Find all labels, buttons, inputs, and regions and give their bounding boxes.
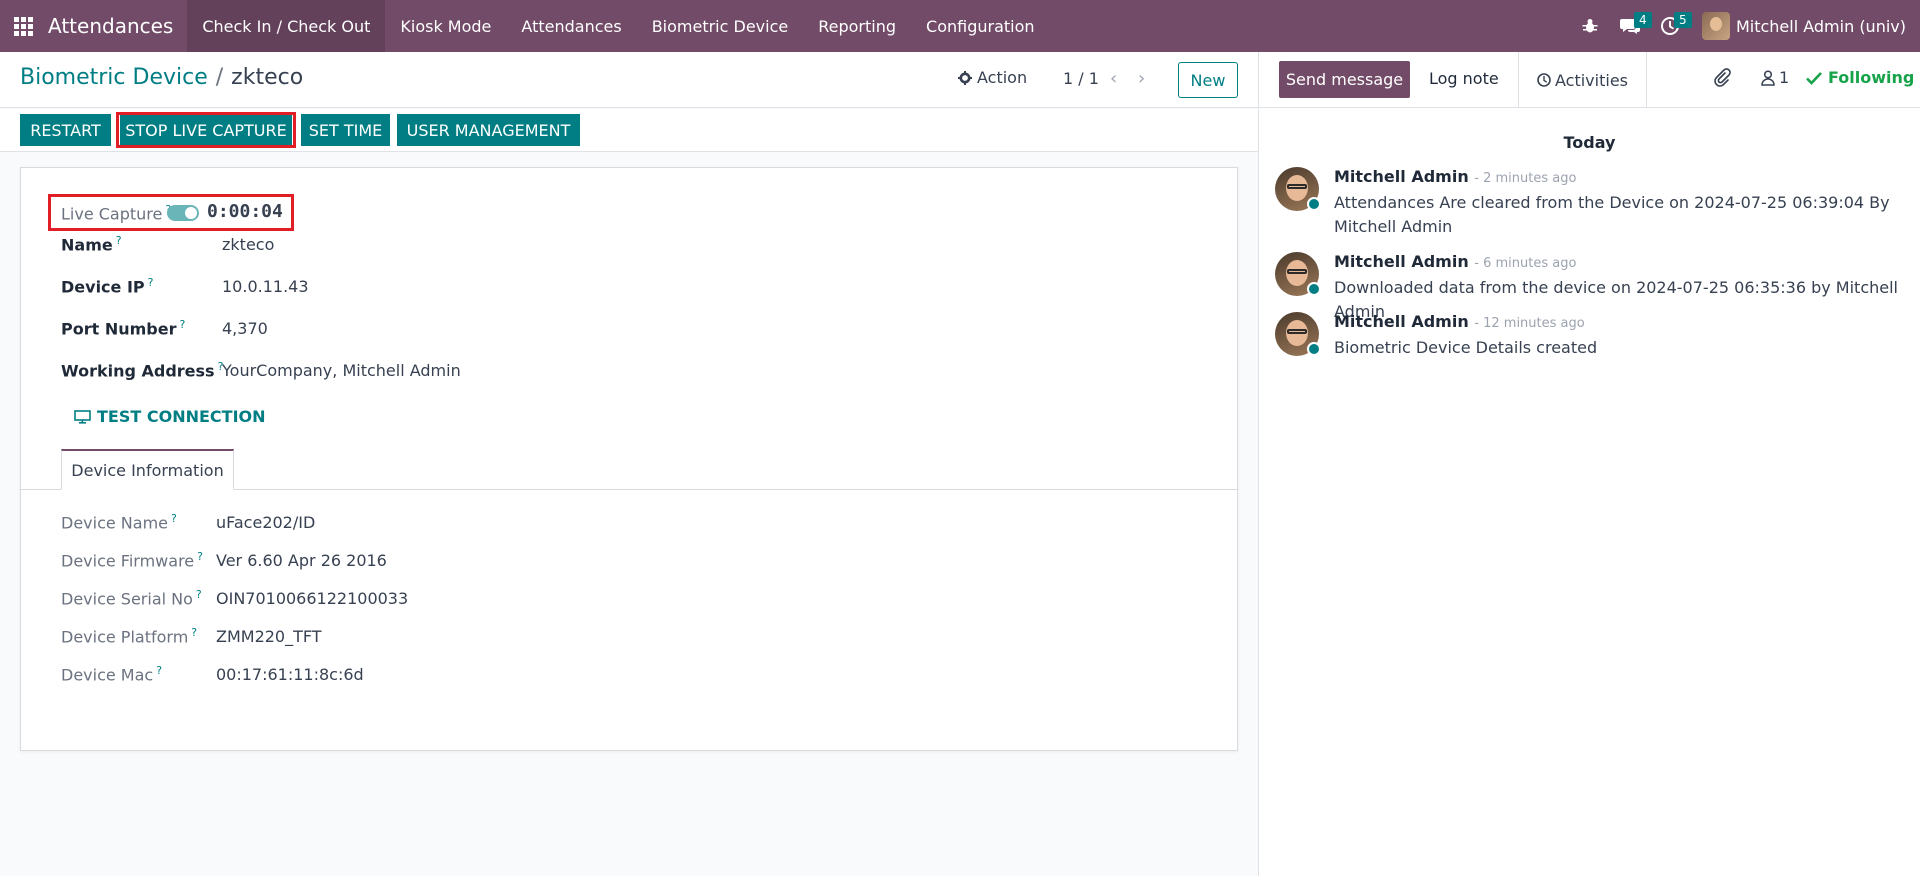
activities-badge: 5 [1673,12,1692,28]
user-avatar [1701,12,1730,40]
send-message-button[interactable]: Send message [1279,61,1410,98]
user-management-button[interactable]: USER MANAGEMENT [397,114,580,146]
device-serial-value: OIN7010066122100033 [216,589,409,608]
author-avatar[interactable] [1275,252,1321,296]
name-label: Name? [61,234,122,255]
pager-next-icon[interactable]: › [1138,68,1145,89]
pager-value[interactable]: 1 / 1 [1063,69,1099,88]
activities-clock-icon[interactable]: 5 [1650,0,1692,52]
chatter-topbar: Send message Log note Activities 1 Follo… [1259,52,1920,108]
breadcrumb-separator: / [215,65,224,90]
highlight-stop-live-capture [116,112,296,148]
user-menu[interactable]: Mitchell Admin (univ) [1701,12,1906,40]
check-icon [1806,71,1822,85]
paperclip-icon[interactable] [1713,68,1731,92]
message-author: Mitchell Admin - 2 minutes ago [1334,167,1577,186]
working-address-value[interactable]: YourCompany, Mitchell Admin [222,361,461,380]
log-note-button[interactable]: Log note [1429,69,1499,88]
port-number-value[interactable]: 4,370 [222,319,268,338]
message-author: Mitchell Admin - 12 minutes ago [1334,312,1585,331]
highlight-live-capture [48,194,294,231]
name-value[interactable]: zkteco [222,235,274,254]
breadcrumb-parent[interactable]: Biometric Device [20,65,208,90]
app-brand[interactable]: Attendances [46,0,187,52]
nav-attendances[interactable]: Attendances [506,0,636,52]
author-avatar[interactable] [1275,167,1321,211]
working-address-label: Working Address? [61,360,224,381]
status-bar: RESTART STOP LIVE CAPTURE SET TIME USER … [0,109,1258,152]
nav-check-in-out[interactable]: Check In / Check Out [187,0,386,52]
device-mac-label: Device Mac? [61,664,163,685]
following-button[interactable]: Following [1806,68,1914,87]
device-name-value: uFace202/ID [216,513,316,532]
clock-icon [1537,73,1551,87]
message-author: Mitchell Admin - 6 minutes ago [1334,252,1577,271]
message-body: Biometric Device Details created [1334,338,1598,357]
device-firmware-value: Ver 6.60 Apr 26 2016 [216,551,387,570]
nav-configuration[interactable]: Configuration [911,0,1050,52]
port-number-label: Port Number? [61,318,186,339]
messages-badge: 4 [1633,12,1652,28]
messages-icon[interactable]: 4 [1610,0,1652,52]
followers-button[interactable]: 1 [1761,68,1789,87]
device-ip-value[interactable]: 10.0.11.43 [222,277,309,296]
action-menu-button[interactable]: Action [958,68,1027,87]
breadcrumb: Biometric Device / zkteco [20,65,303,90]
chatter-panel: Send message Log note Activities 1 Follo… [1258,52,1920,876]
form-sheet: Live Capture? 0:00:04 Name? zkteco Devic… [20,167,1238,751]
device-serial-label: Device Serial No? [61,588,202,609]
author-avatar[interactable] [1275,312,1321,356]
message-body: Attendances Are cleared from the Device … [1334,193,1890,236]
nav-biometric-device[interactable]: Biometric Device [637,0,804,52]
date-separator: Today [1563,133,1616,152]
debug-bug-icon[interactable] [1570,0,1610,52]
nav-reporting[interactable]: Reporting [803,0,911,52]
device-platform-value: ZMM220_TFT [216,627,322,646]
gear-icon [958,70,972,85]
device-name-label: Device Name? [61,512,177,533]
device-mac-value: 00:17:61:11:8c:6d [216,665,364,684]
apps-menu-icon[interactable] [0,0,46,52]
monitor-icon [74,409,91,424]
tab-device-information[interactable]: Device Information [61,449,234,490]
set-time-button[interactable]: SET TIME [301,114,390,146]
restart-button[interactable]: RESTART [20,114,111,146]
pager-prev-icon[interactable]: ‹ [1110,68,1117,89]
device-platform-label: Device Platform? [61,626,198,647]
new-button[interactable]: New [1178,62,1238,98]
breadcrumb-current: zkteco [231,65,304,90]
control-panel: Biometric Device / zkteco Action 1 / 1 ‹ ›… [0,52,1258,108]
activities-button[interactable]: Activities [1518,52,1647,108]
user-name: Mitchell Admin (univ) [1735,16,1906,36]
user-icon [1761,69,1775,86]
test-connection-button[interactable]: TEST CONNECTION [74,407,266,426]
device-firmware-label: Device Firmware? [61,550,203,571]
nav-kiosk-mode[interactable]: Kiosk Mode [385,0,506,52]
top-navbar: Attendances Check In / Check Out Kiosk M… [0,0,1920,52]
device-ip-label: Device IP? [61,276,154,297]
